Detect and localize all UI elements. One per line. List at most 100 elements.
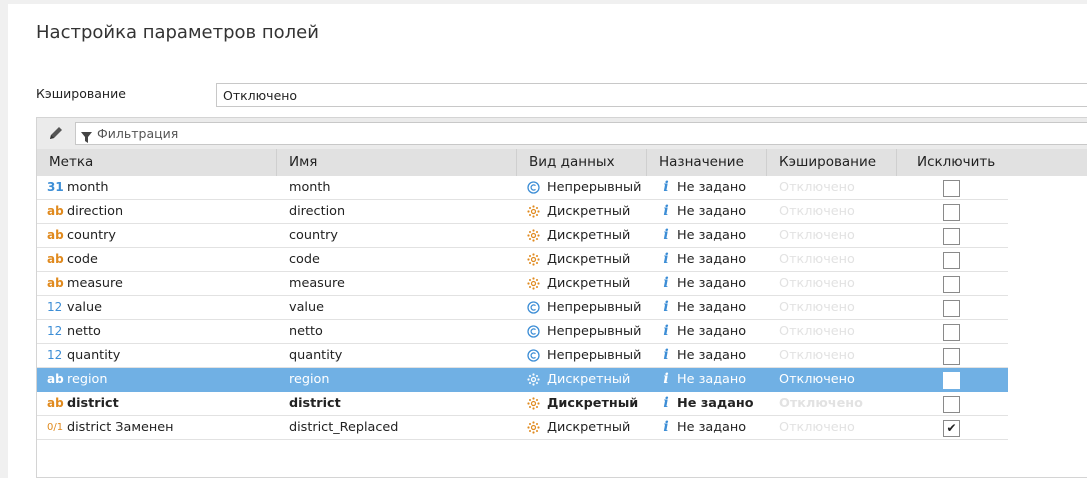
exclude-checkbox[interactable] <box>943 324 960 341</box>
exclude-checkbox[interactable] <box>943 348 960 365</box>
table-row[interactable]: ab direction direction Дискретный i Не задано… <box>37 200 1008 224</box>
grid-header: Метка Имя Вид данных Назначение Кэширова… <box>37 149 1087 176</box>
purpose-value[interactable]: Не задано <box>677 416 777 440</box>
purpose-value[interactable]: Не задано <box>677 320 777 344</box>
caching-value[interactable]: Отключено <box>779 368 899 392</box>
field-label[interactable]: month <box>67 176 277 200</box>
column-header-data-type[interactable]: Вид данных <box>517 149 647 176</box>
grid-toolbar: Фильтрация <box>37 118 1087 149</box>
table-row[interactable]: ab country country Дискретный i Не задано Откл… <box>37 224 1008 248</box>
data-type-value[interactable]: Дискретный <box>547 224 657 248</box>
caching-value[interactable]: Отключено <box>779 176 899 200</box>
data-type-value[interactable]: Непрерывный <box>547 176 657 200</box>
info-icon: i <box>663 323 669 339</box>
table-row[interactable]: 12 quantity quantity Непрерывный i Не задано О… <box>37 344 1008 368</box>
exclude-checkbox[interactable] <box>943 204 960 221</box>
exclude-checkbox[interactable]: ✔ <box>943 420 960 437</box>
data-type-value[interactable]: Непрерывный <box>547 296 657 320</box>
field-label[interactable]: district <box>67 392 277 416</box>
discrete-icon <box>527 368 543 392</box>
data-type-value[interactable]: Дискретный <box>547 272 657 296</box>
field-type-icon: 12 <box>47 348 63 362</box>
purpose-value[interactable]: Не задано <box>677 272 777 296</box>
field-label[interactable]: direction <box>67 200 277 224</box>
field-name: district <box>289 396 341 411</box>
field-label[interactable]: district Заменен <box>67 416 277 440</box>
info-icon: i <box>663 227 669 243</box>
purpose-value[interactable]: Не задано <box>677 344 777 368</box>
table-row[interactable]: 12 value value Непрерывный i Не задано Отключе… <box>37 296 1008 320</box>
field-label[interactable]: measure <box>67 272 277 296</box>
purpose-value[interactable]: Не задано <box>677 224 777 248</box>
field-label[interactable]: quantity <box>67 344 277 368</box>
caching-value[interactable]: Отключено <box>779 416 899 440</box>
table-row[interactable]: ab code code Дискретный i Не задано Отключено <box>37 248 1008 272</box>
exclude-checkbox[interactable] <box>943 300 960 317</box>
info-icon: i <box>663 419 669 435</box>
table-row[interactable]: ab district district Дискретный i Не задано От… <box>37 392 1008 416</box>
purpose-value[interactable]: Не задано <box>677 248 777 272</box>
purpose-value[interactable]: Не задано <box>677 368 777 392</box>
caching-select[interactable]: Отключено <box>216 83 1087 107</box>
purpose-value[interactable]: Не задано <box>677 296 777 320</box>
info-icon: i <box>663 347 669 363</box>
data-type-value[interactable]: Непрерывный <box>547 344 657 368</box>
data-type-value[interactable]: Дискретный <box>547 248 657 272</box>
caching-value[interactable]: Отключено <box>779 248 899 272</box>
field-label[interactable]: netto <box>67 320 277 344</box>
exclude-checkbox[interactable] <box>943 228 960 245</box>
filter-input[interactable]: Фильтрация <box>75 122 1087 145</box>
field-type-icon: ab <box>47 252 64 266</box>
field-name: country <box>289 228 338 243</box>
exclude-checkbox[interactable] <box>943 396 960 413</box>
caching-value[interactable]: Отключено <box>779 344 899 368</box>
table-row[interactable]: 12 netto netto Непрерывный i Не задано Отключе… <box>37 320 1008 344</box>
exclude-checkbox[interactable] <box>943 180 960 197</box>
data-type-value[interactable]: Дискретный <box>547 200 657 224</box>
column-header-label[interactable]: Метка <box>37 149 277 176</box>
info-icon: i <box>663 371 669 387</box>
column-header-name[interactable]: Имя <box>277 149 517 176</box>
field-type-icon: ab <box>47 276 64 290</box>
data-type-value[interactable]: Непрерывный <box>547 320 657 344</box>
field-type-icon: ab <box>47 372 64 386</box>
data-type-value[interactable]: Дискретный <box>547 416 657 440</box>
field-label[interactable]: country <box>67 224 277 248</box>
table-row[interactable]: 31 month month Непрерывный i Не задано Отключе… <box>37 176 1008 200</box>
purpose-value[interactable]: Не задано <box>677 392 777 416</box>
field-name: netto <box>289 324 323 339</box>
discrete-icon <box>527 392 543 416</box>
field-label[interactable]: value <box>67 296 277 320</box>
pencil-icon[interactable] <box>48 125 64 141</box>
field-type-icon: 12 <box>47 324 63 338</box>
exclude-checkbox[interactable] <box>943 252 960 269</box>
field-name: district_Replaced <box>289 420 399 435</box>
table-row[interactable]: 0/1 district Заменен district_Replaced Диск… <box>37 416 1008 440</box>
column-header-exclude[interactable]: Исключить <box>897 149 1087 176</box>
table-row[interactable]: ab measure measure Дискретный i Не задано Откл… <box>37 272 1008 296</box>
continuous-icon <box>527 296 543 320</box>
exclude-checkbox[interactable] <box>943 276 960 293</box>
data-type-value[interactable]: Дискретный <box>547 368 657 392</box>
column-header-caching[interactable]: Кэширование <box>767 149 897 176</box>
caching-value[interactable]: Отключено <box>779 272 899 296</box>
field-label[interactable]: region <box>67 368 277 392</box>
caching-value[interactable]: Отключено <box>779 224 899 248</box>
field-type-icon: 31 <box>47 180 64 194</box>
field-type-icon: ab <box>47 396 64 410</box>
caching-value[interactable]: Отключено <box>779 320 899 344</box>
caching-value[interactable]: Отключено <box>779 392 899 416</box>
table-row[interactable]: ab region region Дискретный i Не задано Отключ… <box>37 368 1008 392</box>
field-name: quantity <box>289 348 343 363</box>
field-name: region <box>289 372 330 387</box>
caching-value[interactable]: Отключено <box>779 296 899 320</box>
grid-body: 31 month month Непрерывный i Не задано Отключе… <box>37 176 1008 440</box>
purpose-value[interactable]: Не задано <box>677 200 777 224</box>
exclude-checkbox[interactable] <box>943 372 960 389</box>
purpose-value[interactable]: Не задано <box>677 176 777 200</box>
caching-value[interactable]: Отключено <box>779 200 899 224</box>
column-header-purpose[interactable]: Назначение <box>647 149 767 176</box>
field-settings-panel: Настройка параметров полей Кэширование О… <box>8 4 1087 478</box>
field-label[interactable]: code <box>67 248 277 272</box>
data-type-value[interactable]: Дискретный <box>547 392 657 416</box>
